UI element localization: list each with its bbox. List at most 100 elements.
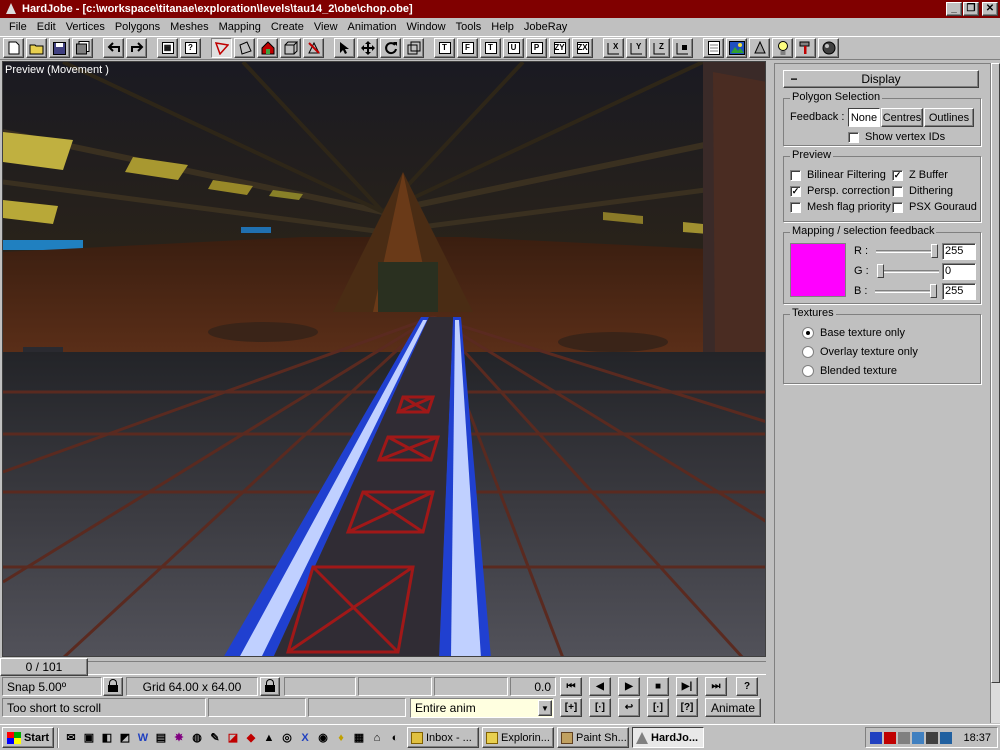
menu-polygons[interactable]: Polygons — [110, 21, 165, 33]
tray-speaker-icon[interactable] — [926, 731, 938, 744]
view-zx-button[interactable]: ZX — [572, 38, 593, 58]
light-bulb-button[interactable] — [772, 38, 793, 58]
app-icon[interactable] — [4, 2, 18, 16]
preview-viewport[interactable]: Preview (Movement ) — [2, 61, 766, 657]
prev-frame-button[interactable]: ◀ — [589, 677, 611, 696]
z-buffer-checkbox[interactable]: ✓ Z Buffer — [892, 169, 948, 181]
texture-button[interactable] — [726, 38, 747, 58]
checkbox-box[interactable] — [892, 201, 903, 213]
task-hardjobe[interactable]: HardJo... — [632, 727, 704, 748]
menu-tools[interactable]: Tools — [451, 21, 487, 33]
new-file-button[interactable] — [3, 38, 24, 58]
quicklaunch-app-icon[interactable]: ◉ — [315, 730, 331, 746]
animate-button[interactable]: Animate — [705, 698, 761, 717]
panel-scrollbar[interactable] — [990, 63, 1000, 723]
stop-button[interactable]: ■ — [647, 677, 669, 696]
redo-button[interactable] — [126, 38, 147, 58]
quicklaunch-word-icon[interactable]: W — [135, 730, 151, 746]
radio-icon[interactable] — [802, 346, 814, 358]
snap-lock-button[interactable] — [103, 677, 123, 696]
task-explorer[interactable]: Explorin... — [482, 727, 554, 748]
axis-y-button[interactable]: Y — [626, 38, 647, 58]
house-button[interactable] — [257, 38, 278, 58]
quicklaunch-app-icon[interactable]: ▤ — [153, 730, 169, 746]
menu-help[interactable]: Help — [486, 21, 519, 33]
polygon-draw-button[interactable] — [211, 38, 232, 58]
view-front-button[interactable]: F — [457, 38, 478, 58]
overlay-texture-radio[interactable]: Overlay texture only — [802, 346, 918, 358]
rotate-button[interactable] — [380, 38, 401, 58]
base-texture-radio[interactable]: Base texture only — [802, 327, 905, 339]
red-slider[interactable] — [876, 243, 939, 259]
add-key-button[interactable]: [+] — [560, 698, 582, 717]
blue-value-field[interactable]: 255 — [942, 283, 976, 300]
feedback-none-button[interactable]: None — [848, 108, 880, 127]
minimize-button[interactable]: _ — [946, 2, 962, 16]
prev-key-button[interactable]: [·] — [589, 698, 611, 717]
scrollbar-thumb[interactable] — [991, 63, 1000, 683]
grid-lock-button[interactable] — [260, 677, 280, 696]
save-all-button[interactable] — [72, 38, 93, 58]
mesh-flag-priority-checkbox[interactable]: Mesh flag priority — [790, 201, 891, 213]
radio-icon[interactable] — [802, 365, 814, 377]
blended-texture-radio[interactable]: Blended texture — [802, 365, 897, 377]
axis-x-button[interactable]: X — [603, 38, 624, 58]
tray-monitor-icon[interactable] — [912, 731, 924, 744]
scale-button[interactable] — [403, 38, 424, 58]
goto-start-button[interactable]: ⏮ — [560, 677, 582, 696]
move-button[interactable] — [357, 38, 378, 58]
tray-network-icon[interactable] — [870, 731, 882, 744]
menu-animation[interactable]: Animation — [343, 21, 402, 33]
menu-joberay[interactable]: JobeRay — [519, 21, 572, 33]
quicklaunch-app-icon[interactable]: ◎ — [279, 730, 295, 746]
slider-knob[interactable] — [931, 244, 939, 258]
view-top-button[interactable]: T — [434, 38, 455, 58]
dithering-checkbox[interactable]: Dithering — [892, 185, 953, 197]
menu-vertices[interactable]: Vertices — [61, 21, 110, 33]
restore-button[interactable]: ❐ — [963, 2, 979, 16]
tray-shield-icon[interactable] — [884, 731, 896, 744]
tray-app-icon[interactable] — [940, 731, 952, 744]
goto-end-button[interactable]: ⏭ — [705, 677, 727, 696]
view-t2-button[interactable]: T — [480, 38, 501, 58]
quicklaunch-app-icon[interactable]: ✎ — [207, 730, 223, 746]
view-zy-button[interactable]: ZY — [549, 38, 570, 58]
menu-window[interactable]: Window — [401, 21, 450, 33]
green-slider[interactable] — [876, 263, 939, 279]
menu-meshes[interactable]: Meshes — [165, 21, 214, 33]
tray-app-icon[interactable] — [898, 731, 910, 744]
persp-correction-checkbox[interactable]: ✓ Persp. correction — [790, 185, 890, 197]
psx-gouraud-checkbox[interactable]: PSX Gouraud — [892, 201, 977, 213]
blue-slider[interactable] — [875, 283, 938, 299]
radio-selected-icon[interactable] — [802, 327, 814, 339]
cone-button[interactable] — [749, 38, 770, 58]
quicklaunch-app-icon[interactable]: ▲ — [261, 730, 277, 746]
check-mark-icon[interactable]: ✓ — [892, 169, 903, 181]
feedback-centres-button[interactable]: Centres — [881, 108, 923, 127]
feedback-color-swatch[interactable] — [790, 243, 846, 297]
menu-view[interactable]: View — [309, 21, 343, 33]
quicklaunch-app-icon[interactable]: ✸ — [171, 730, 187, 746]
view-user-button[interactable]: U — [503, 38, 524, 58]
axis-z-button[interactable]: Z — [649, 38, 670, 58]
checkbox-box[interactable] — [892, 185, 903, 197]
undo-button[interactable] — [103, 38, 124, 58]
quicklaunch-app-icon[interactable]: ◩ — [117, 730, 133, 746]
quicklaunch-app-icon[interactable]: ◪ — [225, 730, 241, 746]
quicklaunch-app-icon[interactable]: ◐ — [387, 730, 403, 746]
select-button[interactable] — [334, 38, 355, 58]
task-paint-shop[interactable]: Paint Sh... — [557, 727, 629, 748]
slider-knob[interactable] — [930, 284, 938, 298]
title-bar[interactable]: HardJobe - [c:\workspace\titanae\explora… — [0, 0, 1000, 18]
view-perspective-button[interactable]: P — [526, 38, 547, 58]
task-inbox[interactable]: Inbox - ... — [407, 727, 479, 748]
menu-edit[interactable]: Edit — [32, 21, 61, 33]
checkbox-box[interactable] — [790, 201, 801, 213]
panel-scroll-area[interactable]: − Display Polygon Selection Feedback : N… — [774, 63, 990, 723]
open-file-button[interactable] — [26, 38, 47, 58]
sphere-button[interactable] — [818, 38, 839, 58]
chevron-down-icon[interactable]: ▼ — [538, 700, 552, 716]
grid-field[interactable]: Grid 64.00 x 64.00 — [126, 677, 258, 696]
quicklaunch-app-icon[interactable]: ◍ — [189, 730, 205, 746]
grid-box-button[interactable]: ▦ — [157, 38, 178, 58]
